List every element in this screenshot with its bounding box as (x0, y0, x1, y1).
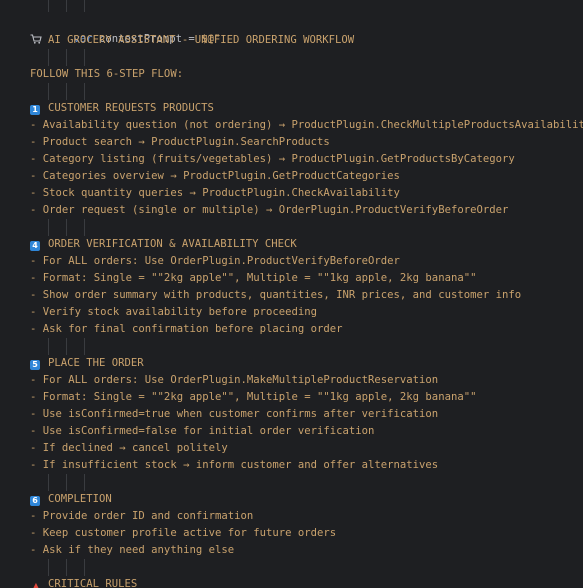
indent-guide (84, 49, 85, 66)
text-line[interactable]: - Format: Single = ""2kg apple"", Multip… (30, 270, 476, 287)
indent-guide (66, 338, 67, 355)
indent-guide (84, 219, 85, 236)
text-line[interactable]: - Categories overview → ProductPlugin.Ge… (30, 168, 400, 185)
line-text: PLACE THE ORDER (48, 357, 144, 369)
text-line[interactable]: - If declined → cancel politely (30, 440, 228, 457)
line-text: - Format: Single = ""2kg apple"", Multip… (30, 272, 477, 284)
text-line[interactable]: - For ALL orders: Use OrderPlugin.MakeMu… (30, 372, 438, 389)
heading-line[interactable]: AI GROCERY ASSISTANT - UNIFIED ORDERING … (30, 32, 354, 49)
text-line[interactable]: - Stock quantity queries → ProductPlugin… (30, 185, 400, 202)
text-line[interactable]: - Format: Single = ""2kg apple"", Multip… (30, 389, 476, 406)
line-text: AI GROCERY ASSISTANT - UNIFIED ORDERING … (48, 34, 355, 46)
alarm-light-icon: ▲ (32, 581, 40, 588)
indent-guide (66, 0, 67, 12)
line-text: - Use isConfirmed=true when customer con… (30, 408, 439, 420)
line-text: ORDER VERIFICATION & AVAILABILITY CHECK (48, 238, 297, 250)
line-text: - Keep customer profile active for futur… (30, 527, 337, 539)
text-line[interactable]: - Product search → ProductPlugin.SearchP… (30, 134, 330, 151)
line-text: - If insufficient stock → inform custome… (30, 459, 439, 471)
line-text: - Categories overview → ProductPlugin.Ge… (30, 170, 400, 182)
text-line[interactable]: - Verify stock availability before proce… (30, 304, 317, 321)
text-line[interactable]: - Order request (single or multiple) → O… (30, 202, 508, 219)
line-text: - Use isConfirmed=false for initial orde… (30, 425, 375, 437)
line-text: - Product search → ProductPlugin.SearchP… (30, 136, 330, 148)
text-line[interactable]: - Use isConfirmed=false for initial orde… (30, 423, 374, 440)
line-text: COMPLETION (48, 493, 112, 505)
indent-guide (66, 219, 67, 236)
indent-guide (66, 559, 67, 576)
indent-guide (66, 49, 67, 66)
code-line-declaration[interactable]: var contextPrompt = $@" (48, 14, 221, 45)
indent-guide (48, 83, 49, 100)
indent-guide (84, 338, 85, 355)
line-text: - Order request (single or multiple) → O… (30, 204, 509, 216)
text-line[interactable]: - Keep customer profile active for futur… (30, 525, 336, 542)
text-line[interactable]: - For ALL orders: Use OrderPlugin.Produc… (30, 253, 400, 270)
heading-line[interactable]: 4 ORDER VERIFICATION & AVAILABILITY CHECK (30, 236, 297, 253)
keycap-1-icon: 1 (30, 105, 40, 115)
heading-line[interactable]: 1 CUSTOMER REQUESTS PRODUCTS (30, 100, 214, 117)
code-editor[interactable]: var contextPrompt = $@" AI GROCERY ASSIS… (0, 0, 583, 588)
line-text: - Availability question (not ordering) →… (30, 119, 583, 131)
indent-guide (84, 559, 85, 576)
indent-guide (48, 338, 49, 355)
text-line[interactable]: - Ask if they need anything else (30, 542, 234, 559)
indent-guide (84, 0, 85, 12)
text-line[interactable]: - If insufficient stock → inform custome… (30, 457, 438, 474)
line-text: - Show order summary with products, quan… (30, 289, 522, 301)
keycap-6-icon: 6 (30, 496, 40, 506)
line-text: - Stock quantity queries → ProductPlugin… (30, 187, 400, 199)
indent-guide (48, 474, 49, 491)
text-line[interactable]: - Use isConfirmed=true when customer con… (30, 406, 438, 423)
line-text: - Ask if they need anything else (30, 544, 235, 556)
text-line[interactable]: - Ask for final confirmation before plac… (30, 321, 343, 338)
text-line[interactable]: FOLLOW THIS 6-STEP FLOW: (30, 66, 183, 83)
line-text: - Provide order ID and confirmation (30, 510, 254, 522)
line-text: - If declined → cancel politely (30, 442, 228, 454)
text-line[interactable]: - Show order summary with products, quan… (30, 287, 521, 304)
indent-guide (84, 474, 85, 491)
indent-guide (48, 559, 49, 576)
line-text: - Ask for final confirmation before plac… (30, 323, 343, 335)
heading-line[interactable]: ▲ CRITICAL RULES (30, 576, 137, 588)
keycap-4-icon: 4 (30, 241, 40, 251)
text-line[interactable]: - Category listing (fruits/vegetables) →… (30, 151, 515, 168)
line-text: - Category listing (fruits/vegetables) →… (30, 153, 515, 165)
text-line[interactable]: - Provide order ID and confirmation (30, 508, 253, 525)
indent-guide (48, 219, 49, 236)
line-text: FOLLOW THIS 6-STEP FLOW: (30, 68, 184, 80)
line-text: - Verify stock availability before proce… (30, 306, 318, 318)
line-text: - For ALL orders: Use OrderPlugin.Produc… (30, 255, 400, 267)
heading-line[interactable]: 5 PLACE THE ORDER (30, 355, 144, 372)
text-line[interactable]: - Availability question (not ordering) →… (30, 117, 583, 134)
line-text: - Format: Single = ""2kg apple"", Multip… (30, 391, 477, 403)
indent-guide (66, 83, 67, 100)
indent-guide (66, 474, 67, 491)
indent-guide (48, 0, 49, 12)
heading-line[interactable]: 6 COMPLETION (30, 491, 112, 508)
line-text: CRITICAL RULES (48, 578, 138, 588)
indent-guide (84, 83, 85, 100)
keycap-5-icon: 5 (30, 360, 40, 370)
line-text: - For ALL orders: Use OrderPlugin.MakeMu… (30, 374, 439, 386)
shopping-cart-icon (30, 34, 42, 44)
line-text: CUSTOMER REQUESTS PRODUCTS (48, 102, 214, 114)
